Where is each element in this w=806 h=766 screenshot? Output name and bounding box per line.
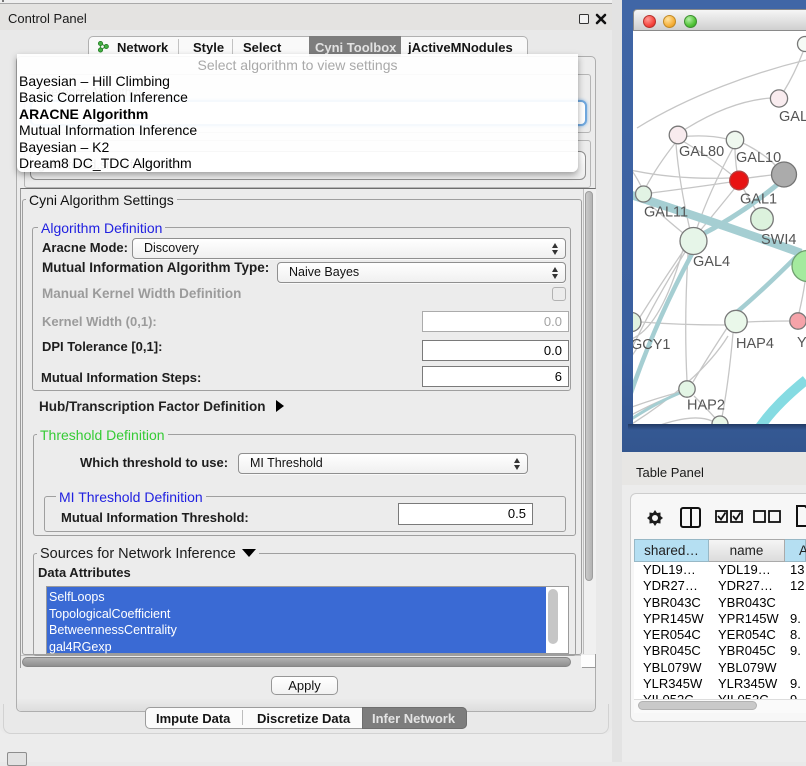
svg-text:HAP4: HAP4 — [736, 336, 774, 352]
svg-text:YM: YM — [797, 335, 806, 351]
svg-text:GCY1: GCY1 — [633, 337, 671, 353]
svg-text:GAL2: GAL2 — [779, 109, 806, 125]
svg-text:GAL11: GAL11 — [644, 205, 688, 221]
svg-text:HAP2: HAP2 — [687, 398, 725, 414]
svg-text:GAL4: GAL4 — [693, 254, 730, 270]
svg-text:GAL1: GAL1 — [740, 192, 777, 208]
svg-text:GAL10: GAL10 — [736, 150, 781, 166]
svg-text:GAL80: GAL80 — [679, 144, 724, 160]
svg-text:SWI4: SWI4 — [761, 232, 796, 248]
